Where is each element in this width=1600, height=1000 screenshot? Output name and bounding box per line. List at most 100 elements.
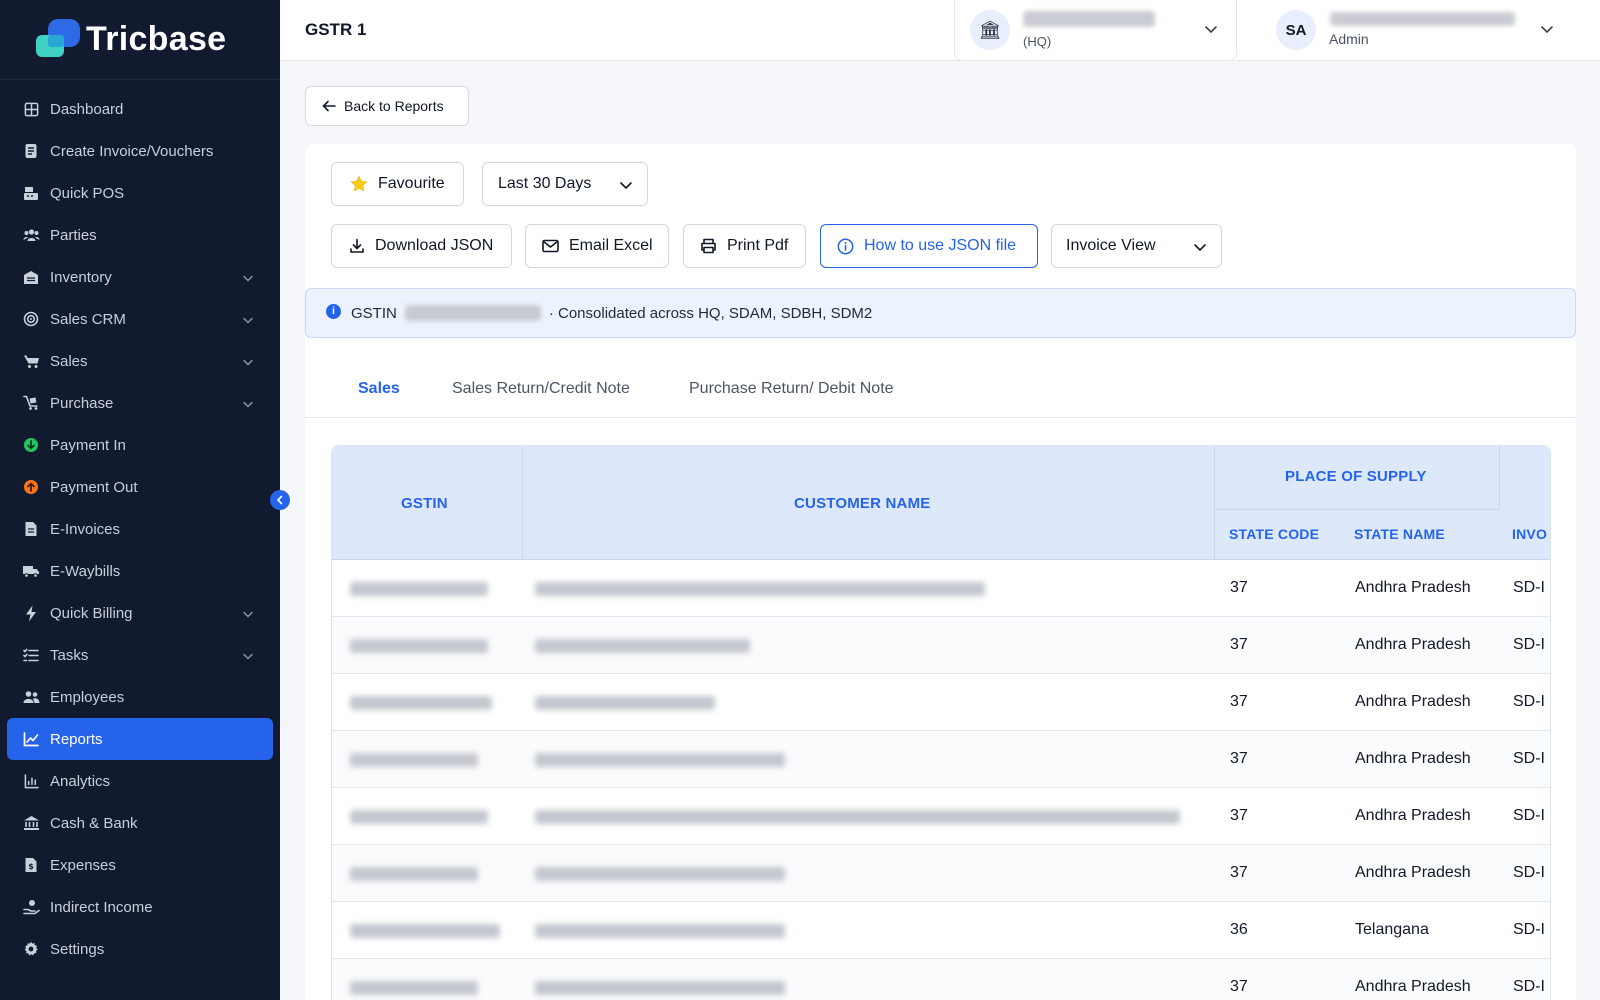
email-excel-button[interactable]: Email Excel — [525, 224, 669, 268]
sidebar-item-label: Quick POS — [50, 184, 125, 202]
sidebar-item-e-waybills[interactable]: E-Waybills — [0, 550, 280, 592]
gstin-info-bar: i GSTIN · Consolidated across HQ, SDAM, … — [305, 288, 1576, 338]
favourite-button[interactable]: Favourite — [331, 162, 464, 206]
sidebar-item-settings[interactable]: Settings — [0, 928, 280, 970]
sidebar-item-label: Payment In — [50, 436, 126, 454]
sidebar-item-cash-bank[interactable]: Cash & Bank — [0, 802, 280, 844]
period-value: Last 30 Days — [498, 175, 592, 192]
gstin-value-redacted — [404, 305, 541, 321]
table-row[interactable]: 37 Andhra Pradesh SD-I — [332, 845, 1550, 902]
sidebar-item-payment-out[interactable]: Payment Out — [0, 466, 280, 508]
sidebar-item-label: Purchase — [50, 394, 114, 412]
gstin-redacted — [350, 639, 488, 653]
state-code-cell: 37 — [1230, 750, 1248, 767]
download-json-button[interactable]: Download JSON — [331, 224, 512, 268]
sidebar-item-analytics[interactable]: Analytics — [0, 760, 280, 802]
branch-selector[interactable]: 🏛 (HQ) — [954, 0, 1237, 61]
sidebar-item-label: Employees — [50, 688, 125, 706]
sidebar-item-label: Tasks — [50, 646, 89, 664]
gstin-redacted — [350, 810, 488, 824]
sidebar-item-inventory[interactable]: Inventory — [0, 256, 280, 298]
sidebar-item-label: Reports — [50, 730, 103, 748]
employees-icon — [22, 688, 40, 706]
invoice-cell: SD-I — [1513, 807, 1545, 824]
chevron-down-icon — [242, 607, 254, 624]
page-title: GSTR 1 — [305, 20, 367, 39]
brand[interactable]: Tricbase — [0, 0, 280, 80]
print-pdf-button[interactable]: Print Pdf — [683, 224, 806, 268]
expenses-icon: $ — [22, 856, 40, 874]
email-excel-label: Email Excel — [569, 237, 653, 254]
table-row[interactable]: 37 Andhra Pradesh SD-I — [332, 788, 1550, 845]
state-code-cell: 37 — [1230, 693, 1248, 710]
view-value: Invoice View — [1066, 237, 1156, 254]
mail-icon — [542, 239, 559, 253]
state-name-cell: Telangana — [1355, 921, 1429, 938]
table-row[interactable]: 37 Andhra Pradesh SD-I — [332, 617, 1550, 674]
sidebar-collapse-button[interactable] — [270, 490, 290, 510]
sidebar-item-sales[interactable]: Sales — [0, 340, 280, 382]
sidebar-item-label: Sales CRM — [50, 310, 126, 328]
sidebar-item-employees[interactable]: Employees — [0, 676, 280, 718]
table-row[interactable]: 37 Andhra Pradesh SD-I — [332, 959, 1550, 1000]
report-tabs: Sales Sales Return/Credit Note Purchase … — [305, 370, 1576, 418]
payment-in-icon — [22, 436, 40, 454]
brand-logo-icon — [34, 18, 82, 61]
state-code-cell: 37 — [1230, 579, 1248, 596]
sidebar-item-reports[interactable]: Reports — [7, 718, 273, 760]
sidebar-item-label: Parties — [50, 226, 97, 244]
period-select[interactable]: Last 30 Days — [482, 162, 648, 206]
sidebar-item-payment-in[interactable]: Payment In — [0, 424, 280, 466]
printer-icon — [700, 238, 717, 254]
sidebar-item-expenses[interactable]: $ Expenses — [0, 844, 280, 886]
sidebar-item-quick-billing[interactable]: Quick Billing — [0, 592, 280, 634]
state-name-cell: Andhra Pradesh — [1355, 579, 1471, 596]
sidebar-item-purchase[interactable]: Purchase — [0, 382, 280, 424]
bank-building-icon: 🏛 — [970, 10, 1010, 50]
gstr1-table: GSTIN CUSTOMER NAME PLACE OF SUPPLY STAT… — [331, 445, 1551, 1000]
pos-icon — [22, 184, 40, 202]
state-name-cell: Andhra Pradesh — [1355, 978, 1471, 995]
view-select[interactable]: Invoice View — [1051, 224, 1222, 268]
avatar: SA — [1276, 10, 1316, 50]
state-code-cell: 37 — [1230, 636, 1248, 653]
back-to-reports-button[interactable]: Back to Reports — [305, 86, 469, 126]
info-icon: i — [326, 303, 341, 319]
table-row[interactable]: 36 Telangana SD-I — [332, 902, 1550, 959]
chevron-down-icon — [1194, 244, 1206, 252]
svg-text:$: $ — [28, 862, 34, 871]
how-to-use-json-button[interactable]: How to use JSON file — [820, 224, 1038, 268]
sidebar-item-e-invoices[interactable]: E-Invoices — [0, 508, 280, 550]
sidebar-item-quick-pos[interactable]: Quick POS — [0, 172, 280, 214]
branch-name-redacted — [1023, 11, 1155, 27]
chevron-down-icon — [1541, 26, 1553, 34]
favourite-label: Favourite — [378, 175, 445, 192]
sidebar-item-dashboard[interactable]: Dashboard — [0, 88, 280, 130]
gstin-redacted — [350, 753, 478, 767]
user-menu[interactable]: SA Admin — [1276, 10, 1576, 52]
invoice-cell: SD-I — [1513, 978, 1545, 995]
tab-purchase-return[interactable]: Purchase Return/ Debit Note — [689, 380, 894, 428]
sidebar-item-parties[interactable]: Parties — [0, 214, 280, 256]
invoice-cell: SD-I — [1513, 636, 1545, 653]
state-name-cell: Andhra Pradesh — [1355, 807, 1471, 824]
download-json-label: Download JSON — [375, 237, 494, 254]
table-row[interactable]: 37 Andhra Pradesh SD-I — [332, 674, 1550, 731]
payment-out-icon — [22, 478, 40, 496]
header-invoice: INVO — [1512, 526, 1548, 542]
chevron-down-icon — [242, 313, 254, 330]
gstin-label: GSTIN — [351, 304, 397, 322]
table-row[interactable]: 37 Andhra Pradesh SD-I — [332, 560, 1550, 617]
invoice-icon — [22, 142, 40, 160]
gstin-redacted — [350, 924, 500, 938]
chevron-down-icon — [242, 649, 254, 666]
gstin-redacted — [350, 696, 492, 710]
table-header: GSTIN CUSTOMER NAME PLACE OF SUPPLY STAT… — [332, 446, 1550, 560]
sidebar-item-sales-crm[interactable]: Sales CRM — [0, 298, 280, 340]
tab-sales[interactable]: Sales — [358, 380, 400, 428]
sidebar-item-tasks[interactable]: Tasks — [0, 634, 280, 676]
sidebar-item-indirect-income[interactable]: Indirect Income — [0, 886, 280, 928]
tab-sales-return[interactable]: Sales Return/Credit Note — [452, 380, 630, 428]
sidebar-item-create-invoice-vouchers[interactable]: Create Invoice/Vouchers — [0, 130, 280, 172]
table-row[interactable]: 37 Andhra Pradesh SD-I — [332, 731, 1550, 788]
